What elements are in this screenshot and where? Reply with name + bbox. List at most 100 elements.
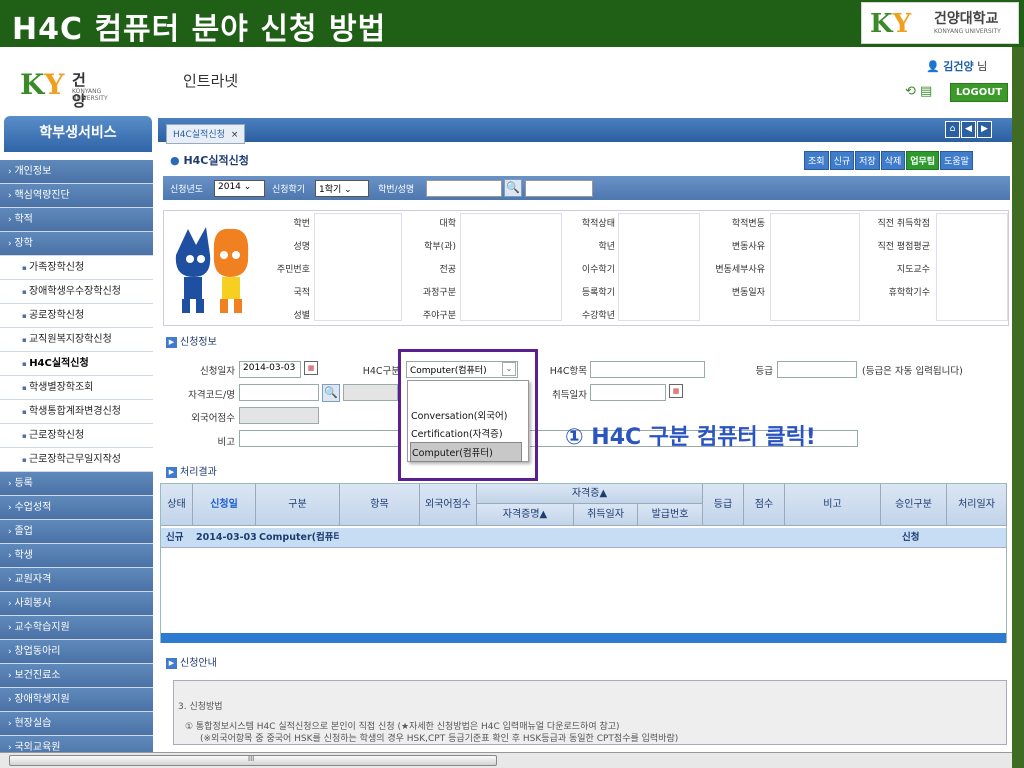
search-icon[interactable]: 🔍: [504, 179, 522, 197]
grid-scrollbar[interactable]: [161, 633, 1006, 643]
info-label: 지도교수: [896, 265, 930, 275]
acquire-date-input[interactable]: [590, 384, 666, 401]
grid-column-header[interactable]: 자격증명▲: [477, 504, 574, 526]
prev-icon[interactable]: ◀: [961, 121, 976, 138]
grid-column-header[interactable]: 취득일자: [574, 504, 638, 526]
sidebar-item[interactable]: 졸업: [0, 520, 153, 544]
dropdown-option-certification[interactable]: Certification(자격증): [410, 424, 522, 442]
date-label: 신청일자: [200, 366, 235, 377]
grid-column-header[interactable]: 자격증▲: [477, 484, 703, 504]
sidebar-item[interactable]: 장학: [0, 232, 153, 256]
year-label: 신청년도: [170, 185, 204, 195]
sidebar-item[interactable]: 창업동아리: [0, 640, 153, 664]
sidebar-item[interactable]: 장애학생우수장학신청: [0, 280, 153, 304]
sidebar-item[interactable]: 근로장학근무일지작성: [0, 448, 153, 472]
tips-button[interactable]: 업무팁: [906, 151, 940, 170]
sidebar-item[interactable]: 교직원복지장학신청: [0, 328, 153, 352]
tab-h4c[interactable]: H4C실적신청 ×: [166, 124, 246, 144]
sidebar-item[interactable]: 장애학생지원: [0, 688, 153, 712]
info-label: 수강학년: [581, 311, 615, 321]
logo-ky-mark: KY: [870, 9, 912, 39]
cert-name-input: [343, 384, 398, 401]
grid-column-header[interactable]: 승인구분: [881, 484, 947, 526]
next-icon[interactable]: ▶: [977, 121, 992, 138]
refresh-icon[interactable]: ⟲: [905, 84, 916, 99]
row-status: 신규: [166, 532, 184, 543]
info-label: 등록학기: [581, 288, 615, 298]
header-icons: ⟲ ▤: [905, 84, 932, 99]
note-input[interactable]: [239, 430, 399, 447]
dropdown-option-computer[interactable]: Computer(컴퓨터): [410, 442, 522, 462]
grid-column-header[interactable]: 상태: [161, 484, 193, 526]
sidebar-item[interactable]: 보건진료소: [0, 664, 153, 688]
grid-column-header[interactable]: 점수: [744, 484, 785, 526]
search-icon[interactable]: 🔍: [322, 384, 340, 402]
sidebar-item[interactable]: 핵심역량진단: [0, 184, 153, 208]
calendar-icon[interactable]: ▦: [304, 361, 318, 375]
sidebar-item[interactable]: 수업성적: [0, 496, 153, 520]
grid-column-header[interactable]: 신청일: [193, 484, 256, 526]
info-label: 직전 평점평균: [877, 242, 930, 252]
h4c-item-select[interactable]: [590, 361, 705, 378]
sidebar-item[interactable]: 학생통합계좌변경신청: [0, 400, 153, 424]
grade-note: (등급은 자동 입력됩니다): [862, 366, 963, 377]
year-select[interactable]: 2014 ⌄: [214, 180, 265, 197]
info-value-box: [770, 213, 860, 321]
document-icon[interactable]: ▤: [920, 84, 932, 99]
sidebar-item[interactable]: 교원자격: [0, 568, 153, 592]
id-input[interactable]: [426, 180, 502, 197]
page-title: H4C실적신청: [170, 152, 248, 168]
sidebar-item[interactable]: 공로장학신청: [0, 304, 153, 328]
info-label: 성명: [293, 242, 310, 252]
info-label: 변동사유: [731, 242, 765, 252]
sidebar-item[interactable]: 개인정보: [0, 160, 153, 184]
user-info: 👤 김건양 님: [926, 58, 987, 74]
cert-code-input[interactable]: [239, 384, 319, 401]
sidebar-item[interactable]: 학생별장학조회: [0, 376, 153, 400]
page-buttons: 조회 신규 저장 삭제 업무팁 도움말: [803, 151, 973, 170]
grid-column-header[interactable]: 외국어점수: [420, 484, 477, 526]
logo-english-name: KONYANG UNIVERSITY: [934, 28, 1001, 35]
logout-button[interactable]: LOGOUT: [950, 83, 1009, 102]
calendar-icon[interactable]: ▦: [669, 384, 683, 398]
grid-column-header[interactable]: 구분: [256, 484, 340, 526]
sidebar-item[interactable]: 등록: [0, 472, 153, 496]
info-label: 학적변동: [731, 219, 765, 229]
info-label: 직전 취득학점: [877, 219, 930, 229]
grid-column-header[interactable]: 처리일자: [947, 484, 1007, 526]
sidebar-item[interactable]: 가족장학신청: [0, 256, 153, 280]
term-value: 1학기: [319, 185, 342, 195]
slide-title: H4C 컴퓨터 분야 신청 방법: [12, 12, 387, 47]
dropdown-option-blank[interactable]: [410, 387, 522, 391]
dropdown-option-conversation[interactable]: Conversation(외국어): [410, 406, 522, 424]
sidebar-item[interactable]: H4C실적신청: [0, 352, 153, 376]
info-label: 과정구분: [422, 288, 456, 298]
save-button[interactable]: 저장: [855, 151, 880, 170]
date-input[interactable]: 2014-03-03: [239, 361, 301, 378]
name-input[interactable]: [525, 180, 593, 197]
sidebar-item[interactable]: 근로장학신청: [0, 424, 153, 448]
h4c-type-dropdown[interactable]: Conversation(외국어) Certification(자격증) Com…: [407, 380, 529, 462]
user-name: 김건양: [943, 60, 974, 73]
sidebar-item[interactable]: 학적: [0, 208, 153, 232]
sidebar-item[interactable]: 현장실습: [0, 712, 153, 736]
grid-column-header[interactable]: 비고: [785, 484, 881, 526]
row-approval: 신청: [902, 532, 920, 543]
sidebar-item[interactable]: 사회봉사: [0, 592, 153, 616]
info-label: 대학: [439, 219, 456, 229]
search-button[interactable]: 조회: [804, 151, 829, 170]
grid-column-header[interactable]: 항목: [340, 484, 420, 526]
sidebar-item[interactable]: 학생: [0, 544, 153, 568]
home-icon[interactable]: ⌂: [945, 121, 960, 138]
new-button[interactable]: 신규: [829, 151, 855, 170]
grid-column-header[interactable]: 발급번호: [638, 504, 703, 526]
tab-close-icon[interactable]: ×: [231, 130, 239, 140]
intranet-title: 인트라넷: [183, 72, 239, 90]
grade-input[interactable]: [777, 361, 857, 378]
sidebar-item[interactable]: 교수학습지원: [0, 616, 153, 640]
scrollbar-thumb[interactable]: III: [9, 755, 497, 766]
term-select[interactable]: 1학기 ⌄: [315, 180, 369, 197]
help-button[interactable]: 도움말: [940, 151, 973, 170]
grid-column-header[interactable]: 등급: [703, 484, 744, 526]
delete-button[interactable]: 삭제: [880, 151, 906, 170]
